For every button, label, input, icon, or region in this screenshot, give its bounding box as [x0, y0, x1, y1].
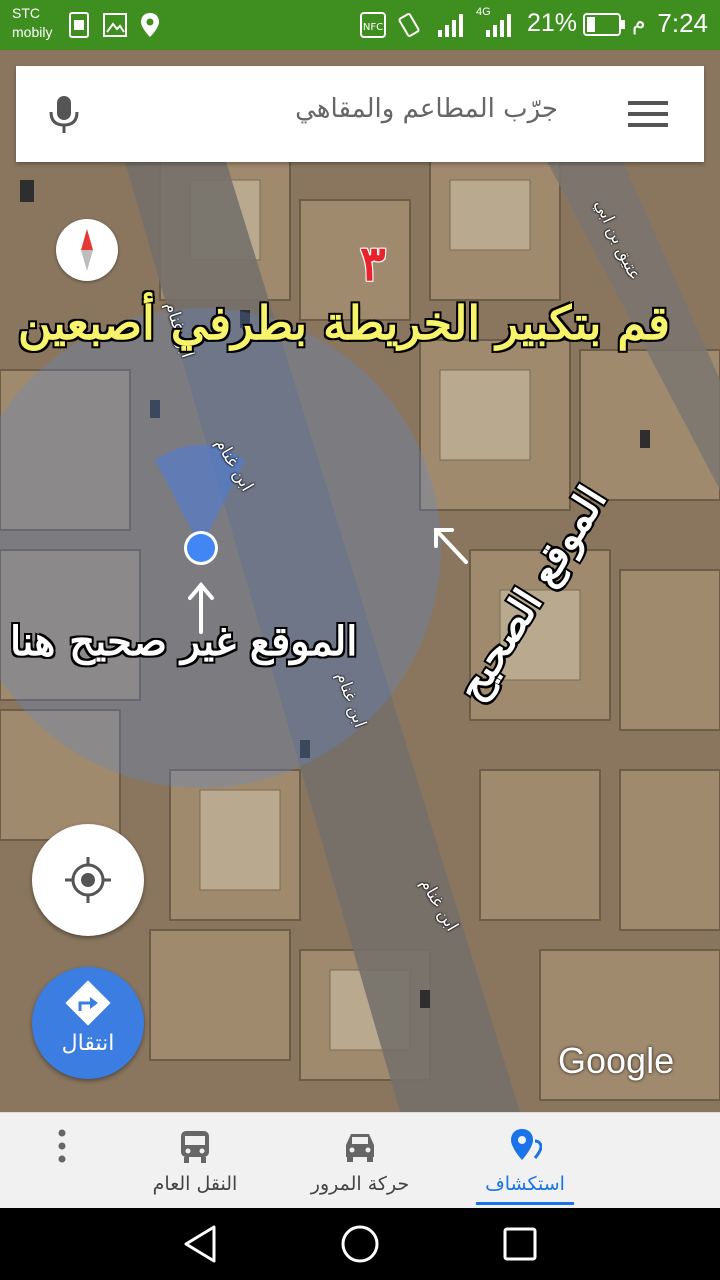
tab-transit[interactable]: النقل العام: [130, 1113, 260, 1209]
bus-icon: [181, 1131, 209, 1163]
tab-transit-label: النقل العام: [152, 1173, 238, 1195]
instruction-text: قم بتكبير الخريطة بطرفي أصبعين: [18, 296, 671, 350]
signal-icon: [438, 14, 463, 37]
navigate-button[interactable]: انتقال: [32, 967, 144, 1079]
hamburger-menu-icon[interactable]: [628, 100, 668, 128]
tab-traffic-label: حركة المرور: [310, 1173, 410, 1195]
tab-explore[interactable]: استكشاف: [460, 1113, 590, 1209]
location-pin-icon: [141, 13, 159, 37]
current-location-dot: [187, 534, 215, 562]
battery-icon: [583, 13, 625, 36]
search-bar[interactable]: جرّب المطاعم والمقاهي: [16, 66, 704, 162]
compass-icon: [81, 229, 93, 271]
recents-icon[interactable]: [502, 1226, 538, 1262]
car-icon: [346, 1134, 374, 1162]
map-view[interactable]: ابن غنام ابن غنام ابن غنام ابن غنام عتيق…: [0, 50, 720, 1112]
wrong-location-label: الموقع غير صحيح هنا: [10, 618, 358, 665]
battery-percent: 21%: [527, 9, 578, 37]
system-navigation-bar: [0, 1208, 720, 1280]
back-icon[interactable]: [182, 1224, 220, 1264]
home-icon[interactable]: [340, 1224, 380, 1264]
tab-traffic[interactable]: حركة المرور: [290, 1113, 430, 1209]
status-bar: STC mobily NFC 4G 21% م 7:24: [0, 0, 720, 50]
microphone-icon[interactable]: [46, 94, 82, 134]
my-location-button[interactable]: [32, 824, 144, 936]
search-input[interactable]: جرّب المطاعم والمقاهي: [295, 94, 558, 124]
step-number: ٣: [360, 236, 386, 292]
more-vert-icon[interactable]: [52, 1129, 72, 1165]
signal-icon-2: [486, 14, 511, 37]
compass-button[interactable]: [56, 219, 118, 281]
nfc-icon: NFC: [360, 12, 386, 38]
svg-text:NFC: NFC: [363, 22, 383, 33]
tab-explore-label: استكشاف: [485, 1173, 565, 1195]
gallery-icon: [103, 13, 127, 37]
navigate-label: انتقال: [61, 1031, 115, 1056]
bottom-navigation: النقل العام حركة المرور استكشاف: [0, 1112, 720, 1209]
am-pm: م: [632, 10, 646, 35]
explore-pin-icon: [511, 1129, 542, 1160]
clock: 7:24: [657, 8, 708, 38]
active-tab-indicator: [476, 1202, 574, 1205]
google-attribution: Google: [558, 1040, 675, 1081]
directions-icon: [65, 980, 111, 1026]
my-location-icon: [65, 857, 111, 903]
carrier-name: STC mobily: [12, 5, 53, 40]
vibrate-icon: [398, 13, 420, 37]
sim-icon: [69, 12, 89, 38]
